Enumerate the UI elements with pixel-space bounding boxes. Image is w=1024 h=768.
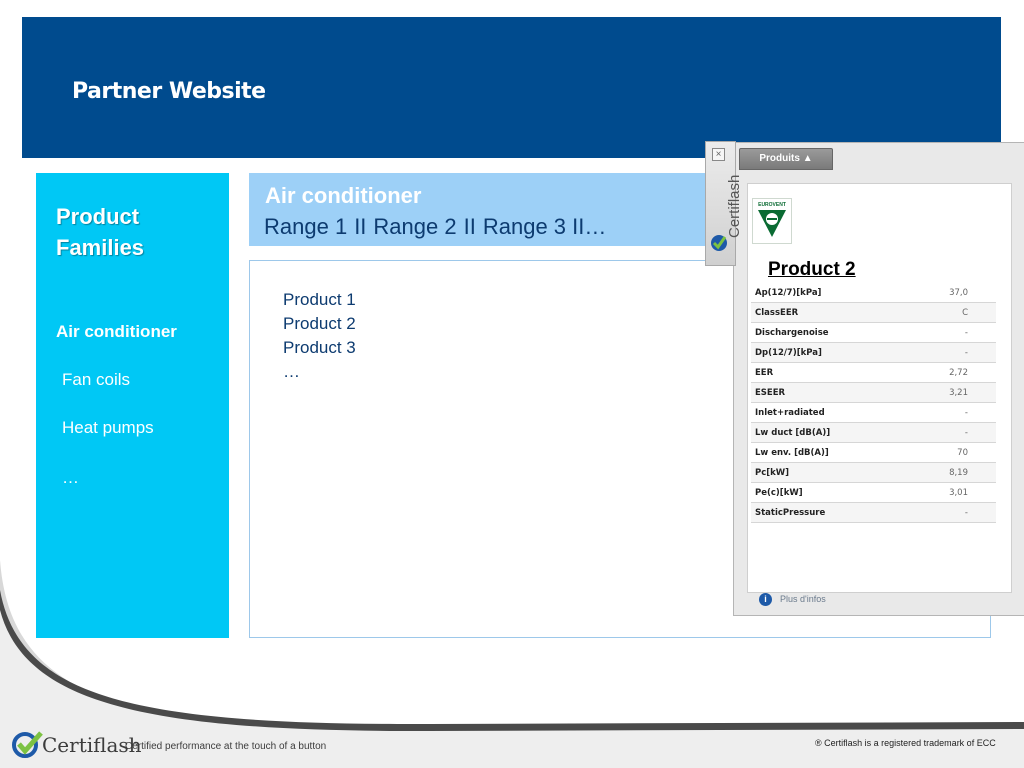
spec-key: ClassEER xyxy=(751,302,903,323)
range-link-2[interactable]: Range 2 xyxy=(373,214,456,239)
spec-value: 3,01 xyxy=(902,482,996,503)
spec-key: EER xyxy=(751,362,903,383)
more-info-label: Plus d'infos xyxy=(780,593,826,604)
spec-row: Ap(12/7)[kPa] 37,0 xyxy=(751,283,996,303)
range-separator: II xyxy=(463,214,476,239)
spec-value: - xyxy=(902,322,996,343)
info-icon: i xyxy=(759,593,772,606)
header-banner: Partner Website xyxy=(22,17,1001,158)
spec-table: Ap(12/7)[kPa] 37,0 ClassEER C Dischargenoi… xyxy=(751,283,996,523)
sidebar-item-fan-coils[interactable]: Fan coils xyxy=(62,370,130,390)
spec-key: Lw env. [dB(A)] xyxy=(751,442,903,463)
spec-value: 3,21 xyxy=(902,382,996,403)
spec-row: EER 2,72 xyxy=(751,362,996,383)
widget-vertical-brand: Certiflash xyxy=(726,103,743,238)
range-links: Range 1 II Range 2 II Range 3 II… xyxy=(264,214,606,240)
page-title: Partner Website xyxy=(72,79,266,104)
product-link-more[interactable]: … xyxy=(283,360,356,384)
produits-tab[interactable]: Produits ▲ xyxy=(739,148,833,170)
spec-value: 8,19 xyxy=(902,462,996,483)
sidebar: Product Families Air conditioner Fan coi… xyxy=(36,173,229,638)
spec-row: Dp(12/7)[kPa] - xyxy=(751,342,996,363)
close-icon[interactable]: × xyxy=(712,148,725,161)
spec-key: ESEER xyxy=(751,382,903,403)
sidebar-item-heat-pumps[interactable]: Heat pumps xyxy=(62,418,154,438)
spec-value: - xyxy=(902,502,996,523)
spec-value: - xyxy=(902,402,996,423)
spec-row: Inlet+radiated - xyxy=(751,402,996,423)
spec-value: C xyxy=(902,302,996,323)
product-link-3[interactable]: Product 3 xyxy=(283,336,356,360)
range-link-3[interactable]: Range 3 xyxy=(483,214,566,239)
spec-key: Pe(c)[kW] xyxy=(751,482,903,503)
spec-row: Lw duct [dB(A)] - xyxy=(751,422,996,443)
product-link-2[interactable]: Product 2 xyxy=(283,312,356,336)
certiflash-logo-icon xyxy=(711,235,727,251)
spec-row: ESEER 3,21 xyxy=(751,382,996,403)
certiflash-widget-tab[interactable]: × Certiflash xyxy=(705,141,743,266)
spec-key: Dp(12/7)[kPa] xyxy=(751,342,903,363)
spec-key: Pc[kW] xyxy=(751,462,903,483)
eurovent-logo-icon xyxy=(758,210,786,237)
more-info-link[interactable]: i Plus d'infos xyxy=(759,593,826,606)
widget-product-title[interactable]: Product 2 xyxy=(768,259,856,281)
spec-row: ClassEER C xyxy=(751,302,996,323)
category-heading: Air conditioner xyxy=(265,183,422,208)
certiflash-widget-panel: Produits ▲ EUROVENT Product 2 Ap(12/7)[k… xyxy=(733,142,1024,616)
spec-row: Pe(c)[kW] 3,01 xyxy=(751,482,996,503)
certiflash-footer-logo-icon xyxy=(12,731,43,758)
spec-key: StaticPressure xyxy=(751,502,903,523)
spec-key: Ap(12/7)[kPa] xyxy=(751,283,903,303)
spec-row: StaticPressure - xyxy=(751,502,996,523)
spec-value: - xyxy=(902,342,996,363)
spec-key: Dischargenoise xyxy=(751,322,903,343)
footer-tagline: Certified performance at the touch of a … xyxy=(125,741,327,752)
spec-key: Lw duct [dB(A)] xyxy=(751,422,903,443)
product-link-1[interactable]: Product 1 xyxy=(283,288,356,312)
spec-value: 2,72 xyxy=(902,362,996,383)
range-link-more[interactable]: II… xyxy=(572,214,606,239)
spec-row: Lw env. [dB(A)] 70 xyxy=(751,442,996,463)
spec-key: Inlet+radiated xyxy=(751,402,903,423)
spec-value: - xyxy=(902,422,996,443)
spec-value: 37,0 xyxy=(902,283,996,303)
range-separator: II xyxy=(354,214,367,239)
spec-value: 70 xyxy=(902,442,996,463)
product-list: Product 1 Product 2 Product 3 … xyxy=(283,288,356,384)
spec-row: Pc[kW] 8,19 xyxy=(751,462,996,483)
sidebar-title: Product Families xyxy=(56,204,145,260)
range-bar: Air conditioner Range 1 II Range 2 II Range … xyxy=(249,173,719,246)
sidebar-item-air-conditioner[interactable]: Air conditioner xyxy=(56,322,177,342)
footer-trademark: ® Certiflash is a registered trademark o… xyxy=(815,738,996,748)
spec-row: Dischargenoise - xyxy=(751,322,996,343)
range-link-1[interactable]: Range 1 xyxy=(264,214,347,239)
eurovent-logo: EUROVENT xyxy=(752,198,792,244)
widget-vertical-brand-text: Certiflash xyxy=(726,174,743,238)
product-detail-card: EUROVENT Product 2 Ap(12/7)[kPa] 37,0 Cla… xyxy=(747,183,1012,593)
sidebar-item-more[interactable]: … xyxy=(62,468,79,488)
